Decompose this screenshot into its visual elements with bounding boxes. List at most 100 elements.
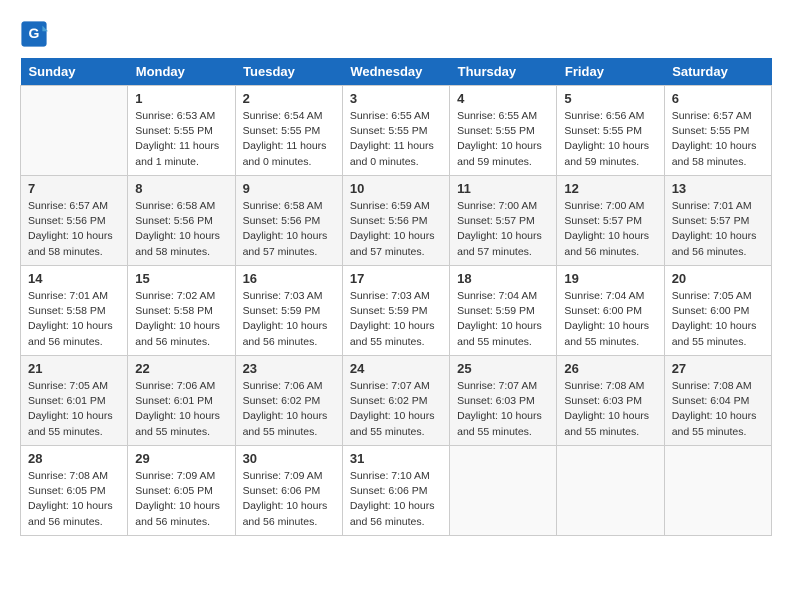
calendar-cell: 26Sunrise: 7:08 AMSunset: 6:03 PMDayligh… — [557, 356, 664, 446]
weekday-header-monday: Monday — [128, 58, 235, 86]
day-info: Sunrise: 7:08 AMSunset: 6:05 PMDaylight:… — [28, 469, 120, 530]
day-number: 13 — [672, 181, 764, 196]
day-number: 30 — [243, 451, 335, 466]
day-number: 19 — [564, 271, 656, 286]
day-number: 12 — [564, 181, 656, 196]
day-info: Sunrise: 6:57 AMSunset: 5:55 PMDaylight:… — [672, 109, 764, 170]
day-number: 28 — [28, 451, 120, 466]
day-info: Sunrise: 7:00 AMSunset: 5:57 PMDaylight:… — [457, 199, 549, 260]
day-number: 20 — [672, 271, 764, 286]
day-info: Sunrise: 7:08 AMSunset: 6:04 PMDaylight:… — [672, 379, 764, 440]
week-row-1: 1 Sunrise: 6:53 AMSunset: 5:55 PMDaylight… — [21, 86, 772, 176]
day-info: Sunrise: 7:01 AMSunset: 5:58 PMDaylight:… — [28, 289, 120, 350]
day-info: Sunrise: 6:58 AMSunset: 5:56 PMDaylight:… — [135, 199, 227, 260]
day-number: 3 — [350, 91, 442, 106]
calendar-cell: 24 Sunrise: 7:07 AMSunset: 6:02 PMDayligh… — [342, 356, 449, 446]
page-header: G — [20, 20, 772, 48]
day-info: Sunrise: 7:06 AMSunset: 6:02 PMDaylight:… — [243, 379, 335, 440]
calendar-cell: 5 Sunrise: 6:56 AMSunset: 5:55 PMDaylight… — [557, 86, 664, 176]
day-number: 1 — [135, 91, 227, 106]
day-number: 4 — [457, 91, 549, 106]
day-number: 8 — [135, 181, 227, 196]
day-info: Sunrise: 7:10 AMSunset: 6:06 PMDaylight:… — [350, 469, 442, 530]
svg-text:G: G — [29, 25, 40, 41]
calendar-cell: 25 Sunrise: 7:07 AMSunset: 6:03 PMDayligh… — [450, 356, 557, 446]
week-row-5: 28 Sunrise: 7:08 AMSunset: 6:05 PMDayligh… — [21, 446, 772, 536]
day-number: 22 — [135, 361, 227, 376]
day-info: Sunrise: 7:06 AMSunset: 6:01 PMDaylight:… — [135, 379, 227, 440]
calendar-cell: 8 Sunrise: 6:58 AMSunset: 5:56 PMDaylight… — [128, 176, 235, 266]
day-number: 27 — [672, 361, 764, 376]
weekday-header-friday: Friday — [557, 58, 664, 86]
day-info: Sunrise: 6:55 AMSunset: 5:55 PMDaylight:… — [457, 109, 549, 170]
weekday-header-thursday: Thursday — [450, 58, 557, 86]
day-number: 24 — [350, 361, 442, 376]
weekday-header-tuesday: Tuesday — [235, 58, 342, 86]
day-info: Sunrise: 7:07 AMSunset: 6:03 PMDaylight:… — [457, 379, 549, 440]
day-info: Sunrise: 7:05 AMSunset: 6:00 PMDaylight:… — [672, 289, 764, 350]
calendar-cell: 4 Sunrise: 6:55 AMSunset: 5:55 PMDaylight… — [450, 86, 557, 176]
day-info: Sunrise: 6:55 AMSunset: 5:55 PMDaylight:… — [350, 109, 442, 170]
day-number: 15 — [135, 271, 227, 286]
calendar-cell: 29 Sunrise: 7:09 AMSunset: 6:05 PMDayligh… — [128, 446, 235, 536]
day-info: Sunrise: 6:56 AMSunset: 5:55 PMDaylight:… — [564, 109, 656, 170]
calendar-cell: 15 Sunrise: 7:02 AMSunset: 5:58 PMDayligh… — [128, 266, 235, 356]
logo-icon: G — [20, 20, 48, 48]
day-number: 29 — [135, 451, 227, 466]
day-number: 10 — [350, 181, 442, 196]
calendar-cell: 14 Sunrise: 7:01 AMSunset: 5:58 PMDayligh… — [21, 266, 128, 356]
calendar-cell: 31 Sunrise: 7:10 AMSunset: 6:06 PMDayligh… — [342, 446, 449, 536]
day-info: Sunrise: 7:04 AMSunset: 6:00 PMDaylight:… — [564, 289, 656, 350]
day-info: Sunrise: 7:01 AMSunset: 5:57 PMDaylight:… — [672, 199, 764, 260]
calendar-cell: 10 Sunrise: 6:59 AMSunset: 5:56 PMDayligh… — [342, 176, 449, 266]
calendar-cell: 12 Sunrise: 7:00 AMSunset: 5:57 PMDayligh… — [557, 176, 664, 266]
calendar-cell — [450, 446, 557, 536]
day-info: Sunrise: 7:04 AMSunset: 5:59 PMDaylight:… — [457, 289, 549, 350]
calendar-cell: 13 Sunrise: 7:01 AMSunset: 5:57 PMDayligh… — [664, 176, 771, 266]
day-info: Sunrise: 7:05 AMSunset: 6:01 PMDaylight:… — [28, 379, 120, 440]
day-number: 17 — [350, 271, 442, 286]
day-info: Sunrise: 6:53 AMSunset: 5:55 PMDaylight:… — [135, 109, 227, 170]
calendar-cell: 7Sunrise: 6:57 AMSunset: 5:56 PMDaylight… — [21, 176, 128, 266]
day-number: 25 — [457, 361, 549, 376]
weekday-header-sunday: Sunday — [21, 58, 128, 86]
calendar-cell: 17Sunrise: 7:03 AMSunset: 5:59 PMDayligh… — [342, 266, 449, 356]
calendar-cell: 6 Sunrise: 6:57 AMSunset: 5:55 PMDaylight… — [664, 86, 771, 176]
calendar-cell — [664, 446, 771, 536]
weekday-header-row: SundayMondayTuesdayWednesdayThursdayFrid… — [21, 58, 772, 86]
day-info: Sunrise: 7:07 AMSunset: 6:02 PMDaylight:… — [350, 379, 442, 440]
day-info: Sunrise: 6:59 AMSunset: 5:56 PMDaylight:… — [350, 199, 442, 260]
calendar-cell: 23Sunrise: 7:06 AMSunset: 6:02 PMDayligh… — [235, 356, 342, 446]
calendar-cell: 27 Sunrise: 7:08 AMSunset: 6:04 PMDayligh… — [664, 356, 771, 446]
calendar-cell — [557, 446, 664, 536]
calendar-cell: 19 Sunrise: 7:04 AMSunset: 6:00 PMDayligh… — [557, 266, 664, 356]
calendar-cell: 3 Sunrise: 6:55 AMSunset: 5:55 PMDaylight… — [342, 86, 449, 176]
calendar-cell: 30 Sunrise: 7:09 AMSunset: 6:06 PMDayligh… — [235, 446, 342, 536]
day-number: 6 — [672, 91, 764, 106]
week-row-4: 21Sunrise: 7:05 AMSunset: 6:01 PMDayligh… — [21, 356, 772, 446]
week-row-3: 14 Sunrise: 7:01 AMSunset: 5:58 PMDayligh… — [21, 266, 772, 356]
calendar-cell: 2Sunrise: 6:54 AMSunset: 5:55 PMDaylight… — [235, 86, 342, 176]
day-info: Sunrise: 7:03 AMSunset: 5:59 PMDaylight:… — [243, 289, 335, 350]
day-number: 18 — [457, 271, 549, 286]
day-number: 7 — [28, 181, 120, 196]
logo: G — [20, 20, 52, 48]
day-info: Sunrise: 7:02 AMSunset: 5:58 PMDaylight:… — [135, 289, 227, 350]
calendar-cell: 16 Sunrise: 7:03 AMSunset: 5:59 PMDayligh… — [235, 266, 342, 356]
day-number: 31 — [350, 451, 442, 466]
calendar-cell — [21, 86, 128, 176]
calendar-cell: 18 Sunrise: 7:04 AMSunset: 5:59 PMDayligh… — [450, 266, 557, 356]
day-number: 5 — [564, 91, 656, 106]
day-number: 16 — [243, 271, 335, 286]
week-row-2: 7Sunrise: 6:57 AMSunset: 5:56 PMDaylight… — [21, 176, 772, 266]
day-info: Sunrise: 6:58 AMSunset: 5:56 PMDaylight:… — [243, 199, 335, 260]
day-info: Sunrise: 7:00 AMSunset: 5:57 PMDaylight:… — [564, 199, 656, 260]
calendar-cell: 28 Sunrise: 7:08 AMSunset: 6:05 PMDayligh… — [21, 446, 128, 536]
calendar-table: SundayMondayTuesdayWednesdayThursdayFrid… — [20, 58, 772, 536]
day-number: 14 — [28, 271, 120, 286]
weekday-header-saturday: Saturday — [664, 58, 771, 86]
day-number: 26 — [564, 361, 656, 376]
day-info: Sunrise: 7:09 AMSunset: 6:05 PMDaylight:… — [135, 469, 227, 530]
day-info: Sunrise: 7:09 AMSunset: 6:06 PMDaylight:… — [243, 469, 335, 530]
day-number: 9 — [243, 181, 335, 196]
